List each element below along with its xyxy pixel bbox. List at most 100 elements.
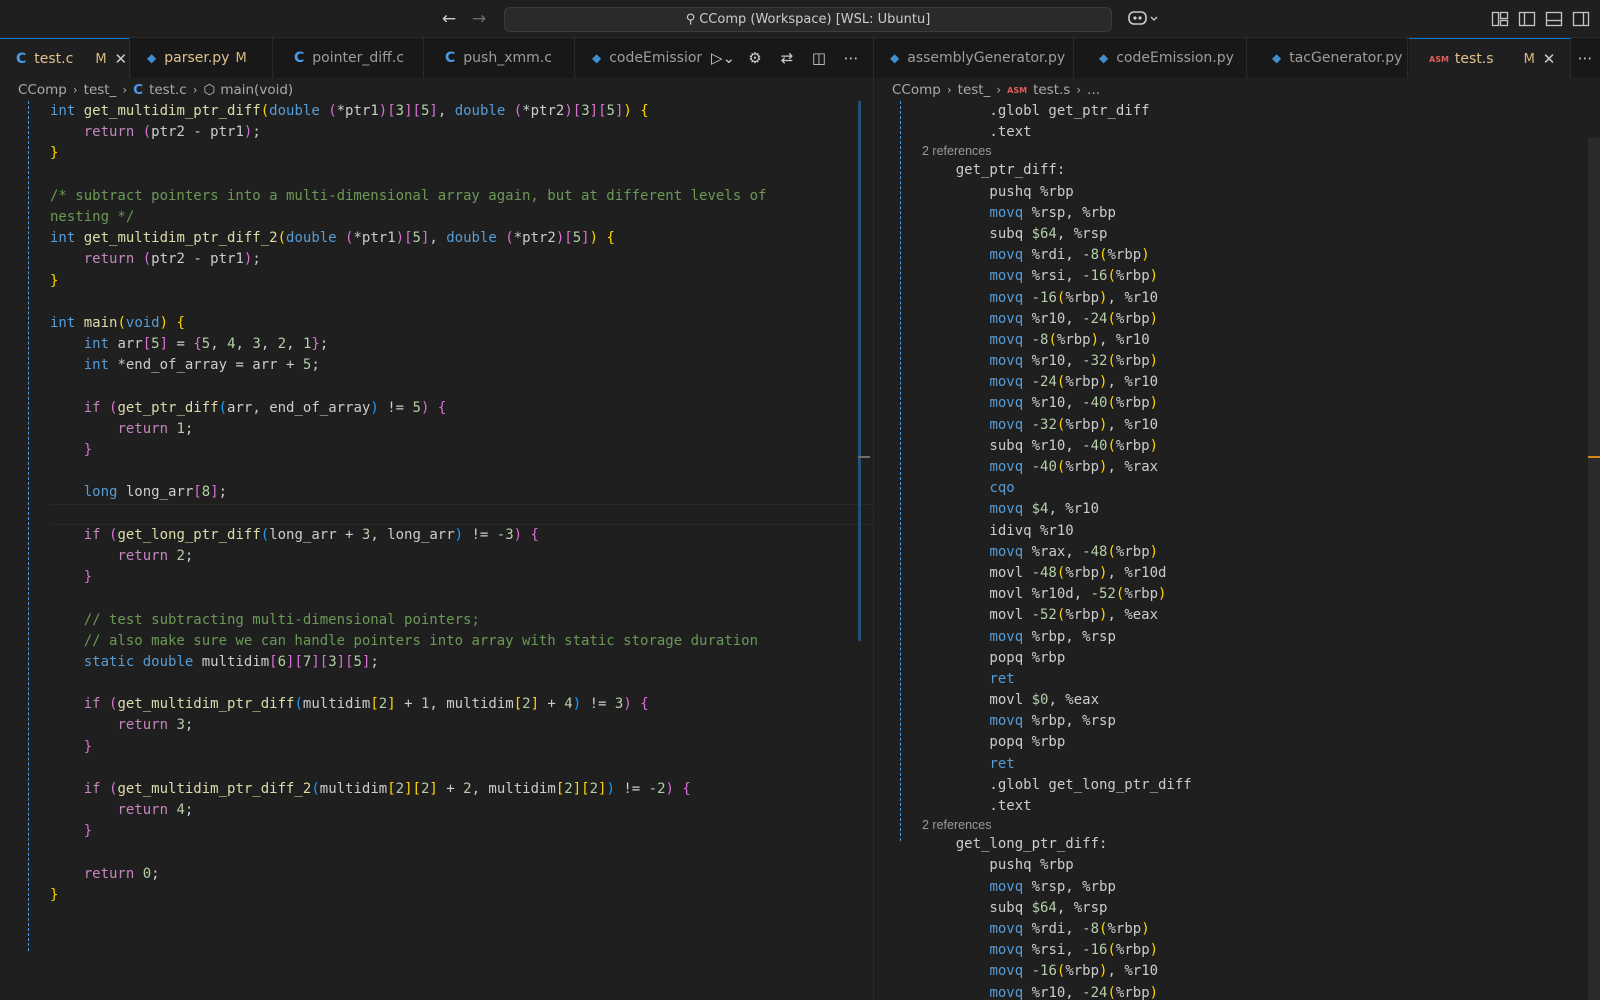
code-line[interactable]: popq %rbp [922, 648, 1600, 669]
code-line[interactable]: // also make sure we can handle pointers… [50, 631, 873, 652]
code-line[interactable]: movq %r10, -24(%rbp) [922, 309, 1600, 330]
code-line[interactable]: subq %r10, -40(%rbp) [922, 436, 1600, 457]
code-line[interactable] [50, 461, 873, 482]
code-line[interactable]: return 2; [50, 546, 873, 567]
code-line[interactable]: movq %rdi, -8(%rbp) [922, 919, 1600, 940]
scrollbar-thumb[interactable] [858, 101, 861, 641]
close-icon[interactable]: ✕ [115, 50, 128, 68]
codelens-references[interactable]: 2 references [922, 817, 1600, 834]
code-line[interactable]: movq %rbp, %rsp [922, 711, 1600, 732]
code-line[interactable] [50, 588, 873, 609]
code-line[interactable]: ret [922, 754, 1600, 775]
code-line[interactable]: movq %rsp, %rbp [922, 877, 1600, 898]
toggle-primary-sidebar-icon[interactable] [1518, 10, 1536, 28]
code-line[interactable]: movq -16(%rbp), %r10 [922, 961, 1600, 982]
compare-changes-icon[interactable]: ⇄ [774, 49, 800, 67]
tab-assemblygenerator-py[interactable]: ◆ assemblyGenerator.py [874, 38, 1074, 78]
breadcrumb-item[interactable]: ... [1087, 82, 1100, 98]
code-line[interactable]: get_long_ptr_diff: [922, 834, 1600, 855]
scrollbar-track[interactable] [1588, 138, 1600, 1000]
code-line[interactable]: int arr[5] = {5, 4, 3, 2, 1}; [50, 334, 873, 355]
toggle-panel-icon[interactable] [1545, 10, 1563, 28]
code-line[interactable]: .globl get_long_ptr_diff [922, 775, 1600, 796]
code-editor-asm[interactable]: .globl get_ptr_diff .text 2 references ge… [874, 101, 1600, 1000]
more-actions-icon[interactable]: ⋯ [838, 49, 864, 67]
code-line[interactable]: int get_multidim_ptr_diff(double (*ptr1)… [50, 101, 873, 122]
tab-codeemission-py[interactable]: ◆ codeEmission. [576, 38, 716, 78]
code-line[interactable]: movq %rdi, -8(%rbp) [922, 245, 1600, 266]
code-line[interactable]: movq %rbp, %rsp [922, 627, 1600, 648]
code-line[interactable]: movl $0, %eax [922, 690, 1600, 711]
code-line[interactable]: } [50, 271, 873, 292]
close-icon[interactable]: ✕ [1543, 50, 1556, 68]
code-line[interactable]: movq %r10, -40(%rbp) [922, 393, 1600, 414]
code-line[interactable]: movl %r10d, -52(%rbp) [922, 584, 1600, 605]
code-line[interactable]: return 3; [50, 715, 873, 736]
code-line[interactable]: } [50, 567, 873, 588]
code-line[interactable]: return (ptr2 - ptr1); [50, 122, 873, 143]
code-line[interactable]: return 0; [50, 864, 873, 885]
code-line[interactable]: ret [922, 669, 1600, 690]
code-line[interactable]: movq %rsi, -16(%rbp) [922, 266, 1600, 287]
code-line[interactable]: movq %rsp, %rbp [922, 203, 1600, 224]
breadcrumb-item[interactable]: CComp [18, 82, 67, 98]
code-line[interactable]: int get_multidim_ptr_diff_2(double (*ptr… [50, 228, 873, 249]
code-line[interactable]: movq %rax, -48(%rbp) [922, 542, 1600, 563]
code-line[interactable]: // test subtracting multi-dimensional po… [50, 610, 873, 631]
code-line[interactable]: pushq %rbp [922, 855, 1600, 876]
code-line[interactable]: } [50, 821, 873, 842]
breadcrumb-item[interactable]: test.c [149, 82, 187, 98]
tab-pointer-diff-c[interactable]: C pointer_diff.c [274, 38, 424, 78]
code-line[interactable]: movq %r10, -32(%rbp) [922, 351, 1600, 372]
code-line[interactable]: if (get_ptr_diff(arr, end_of_array) != 5… [50, 398, 873, 419]
gear-icon[interactable]: ⚙ [742, 49, 768, 67]
split-editor-icon[interactable]: ◫ [806, 49, 832, 67]
code-line[interactable]: } [50, 143, 873, 164]
code-line[interactable]: movq -32(%rbp), %r10 [922, 415, 1600, 436]
code-line[interactable]: movl -48(%rbp), %r10d [922, 563, 1600, 584]
code-line[interactable]: static double multidim[6][7][3][5]; [50, 652, 873, 673]
breadcrumb-item[interactable]: test.s [1033, 82, 1070, 98]
code-line[interactable]: movq %r10, -24(%rbp) [922, 983, 1600, 1000]
code-line[interactable]: movl -52(%rbp), %eax [922, 605, 1600, 626]
customize-layout-icon[interactable] [1491, 10, 1509, 28]
code-line[interactable]: .text [922, 796, 1600, 817]
code-line[interactable]: if (get_long_ptr_diff(long_arr + 3, long… [50, 525, 873, 546]
code-line[interactable]: return (ptr2 - ptr1); [50, 249, 873, 270]
run-icon[interactable]: ▷⌄ [710, 49, 736, 67]
breadcrumb-item[interactable]: test_ [84, 82, 117, 98]
code-line[interactable]: return 1; [50, 419, 873, 440]
code-line[interactable]: movq -24(%rbp), %r10 [922, 372, 1600, 393]
breadcrumb-item[interactable]: main(void) [220, 82, 293, 98]
code-line[interactable]: subq $64, %rsp [922, 224, 1600, 245]
code-line[interactable]: int main(void) { [50, 313, 873, 334]
code-line[interactable] [50, 292, 873, 313]
code-line[interactable]: return 4; [50, 800, 873, 821]
tab-codeemission-py-right[interactable]: ◆ codeEmission.py [1075, 38, 1247, 78]
arrow-right-icon[interactable]: → [468, 8, 490, 30]
breadcrumb-item[interactable]: test_ [958, 82, 991, 98]
tab-test-s[interactable]: ASM test.s M ✕ [1409, 38, 1571, 79]
code-line[interactable] [50, 673, 873, 694]
copilot-icon[interactable] [1127, 9, 1161, 27]
code-line[interactable]: } [50, 440, 873, 461]
code-line[interactable]: int *end_of_array = arr + 5; [50, 355, 873, 376]
tab-parser-py[interactable]: ◆ parser.py M [131, 38, 273, 78]
code-line[interactable]: movq $4, %r10 [922, 499, 1600, 520]
code-line[interactable]: movq %rsi, -16(%rbp) [922, 940, 1600, 961]
code-line[interactable]: .text [922, 122, 1600, 143]
code-line[interactable]: cqo [922, 478, 1600, 499]
command-center-search[interactable]: ⚲ CComp (Workspace) [WSL: Ubuntu] [504, 7, 1112, 32]
code-line[interactable]: /* subtract pointers into a multi-dimens… [50, 186, 873, 207]
code-line[interactable]: subq $64, %rsp [922, 898, 1600, 919]
code-line[interactable]: movq -8(%rbp), %r10 [922, 330, 1600, 351]
code-line[interactable]: } [50, 885, 873, 906]
code-line[interactable]: popq %rbp [922, 732, 1600, 753]
code-line[interactable] [50, 165, 873, 186]
code-line[interactable]: movq -40(%rbp), %rax [922, 457, 1600, 478]
code-line[interactable]: } [50, 737, 873, 758]
toggle-secondary-sidebar-icon[interactable] [1572, 10, 1590, 28]
more-actions-icon[interactable]: ⋯ [1572, 49, 1598, 67]
code-line[interactable]: if (get_multidim_ptr_diff_2(multidim[2][… [50, 779, 873, 800]
breadcrumb-item[interactable]: CComp [892, 82, 941, 98]
